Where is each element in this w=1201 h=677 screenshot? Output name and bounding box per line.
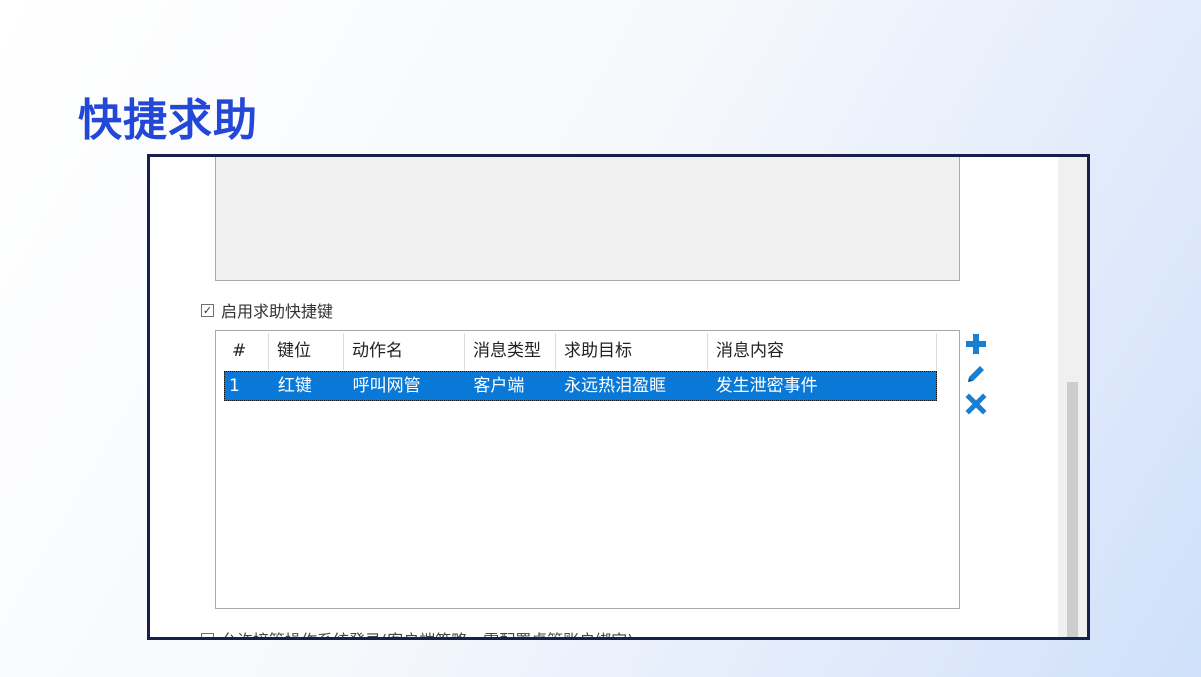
text-area-box[interactable]: [215, 157, 960, 281]
col-header-index[interactable]: #: [224, 333, 269, 370]
cell-target: 永远热泪盈眶: [564, 376, 667, 396]
hotkey-list[interactable]: # 键位 动作名 消息类型 求助目标 消息内容 1 红键 呼叫网管 客户端 永远…: [215, 330, 960, 609]
os-login-checkbox[interactable]: [201, 632, 214, 637]
os-login-label: 允许接管操作系统登录(客户端策略，需配置桌管账户绑定): [221, 627, 634, 637]
cell-content: 发生泄密事件: [715, 376, 818, 396]
enable-hotkey-row[interactable]: ✓ 启用求助快捷键: [201, 298, 333, 322]
col-header-target[interactable]: 求助目标: [556, 333, 708, 370]
table-header: # 键位 动作名 消息类型 求助目标 消息内容: [224, 333, 937, 370]
table-row[interactable]: 1 红键 呼叫网管 客户端 永远热泪盈眶 发生泄密事件: [224, 371, 937, 401]
slide-title: 快捷求助: [78, 95, 258, 146]
delete-x-icon[interactable]: [963, 391, 989, 417]
cell-msg-type: 客户端: [473, 376, 525, 396]
cell-action: 呼叫网管: [352, 376, 421, 396]
add-icon[interactable]: [963, 331, 989, 357]
col-header-action[interactable]: 动作名: [344, 333, 465, 370]
vertical-scrollbar[interactable]: [1058, 157, 1087, 637]
dialog-frame: ✓ 启用求助快捷键 # 键位 动作名 消息类型 求助目标 消息内容 1 红键 呼…: [147, 154, 1090, 640]
enable-hotkey-checkbox[interactable]: ✓: [201, 303, 214, 317]
os-login-row[interactable]: 允许接管操作系统登录(客户端策略，需配置桌管账户绑定): [201, 627, 634, 637]
edit-pencil-icon[interactable]: [963, 361, 989, 387]
col-header-key[interactable]: 键位: [269, 333, 344, 370]
cell-key: 红键: [277, 376, 312, 396]
cell-index: 1: [229, 376, 240, 396]
col-header-msg-type[interactable]: 消息类型: [465, 333, 556, 370]
col-header-content[interactable]: 消息内容: [708, 333, 937, 370]
enable-hotkey-label: 启用求助快捷键: [221, 302, 334, 321]
scrollbar-thumb[interactable]: [1067, 382, 1078, 637]
